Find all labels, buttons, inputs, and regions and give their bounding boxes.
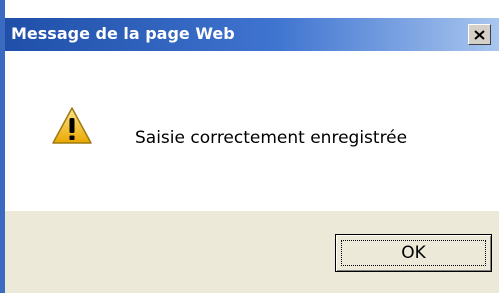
button-area: OK <box>5 211 499 293</box>
ok-button-label: OK <box>401 243 426 263</box>
message-dialog: Message de la page Web Saisie correcteme… <box>0 0 499 293</box>
dialog-content: Saisie correctement enregistrée <box>5 51 499 211</box>
warning-icon <box>52 107 92 144</box>
close-icon <box>474 29 485 40</box>
dialog-title: Message de la page Web <box>11 24 235 43</box>
title-bar[interactable]: Message de la page Web <box>5 18 499 51</box>
dialog-message: Saisie correctement enregistrée <box>135 128 408 148</box>
close-button[interactable] <box>468 24 491 45</box>
ok-button[interactable]: OK <box>335 234 492 272</box>
